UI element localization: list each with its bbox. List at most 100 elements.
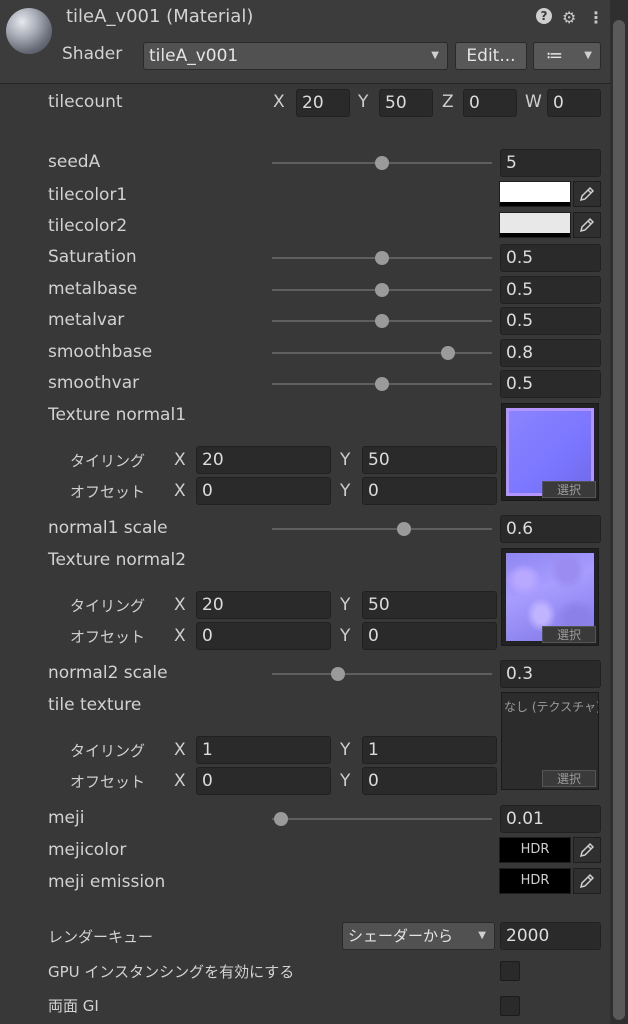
axis-y-label: Y [340,450,351,470]
metalvar-value-field[interactable]: 0.5 [500,307,601,335]
shader-dropdown-value: tileA_v001 [149,46,239,66]
tile-tiling-x-field[interactable]: 1 [196,736,331,764]
gpu-instancing-checkbox[interactable] [500,961,520,981]
tilecount-x-field[interactable]: 20 [296,89,350,117]
material-preview-thumbnail[interactable] [6,8,52,54]
smoothbase-slider-handle[interactable] [441,346,455,360]
normal1-select-button[interactable]: 選択 [542,481,596,498]
tile-select-button[interactable]: 選択 [542,770,596,787]
normal1scale-slider-handle[interactable] [397,522,411,536]
chevron-down-icon: ▼ [478,930,486,941]
axis-y-label: Y [340,481,351,501]
axis-z-label: Z [442,92,454,112]
texture-normal1-label: Texture normal1 [48,405,187,425]
seedA-slider-handle[interactable] [375,156,389,170]
list-icon: ≔ [546,46,563,66]
tile-tiling-label: タイリング [70,742,146,760]
normal2-select-button[interactable]: 選択 [542,626,596,643]
normal2scale-value-field[interactable]: 0.3 [500,660,601,688]
axis-x-label: X [174,481,186,501]
alpha-bar [500,202,570,206]
tilecount-z-field[interactable]: 0 [463,89,517,117]
saturation-label: Saturation [48,247,137,267]
normal2-offset-y-field[interactable]: 0 [362,622,497,650]
alpha-bar [500,233,570,237]
mejicolor-label: mejicolor [48,840,127,860]
normal1-tiling-y-field[interactable]: 50 [362,446,497,474]
smoothvar-slider-handle[interactable] [375,377,389,391]
normal1scale-slider-track[interactable] [272,528,492,530]
tile-offset-x-field[interactable]: 0 [196,767,331,795]
normal2-tiling-x-field[interactable]: 20 [196,591,331,619]
normal1-offset-x-field[interactable]: 0 [196,477,331,505]
edit-shader-button[interactable]: Edit... [455,42,527,70]
metalbase-label: metalbase [48,279,138,299]
seedA-label: seedA [48,152,101,172]
metalvar-label: metalvar [48,310,125,330]
double-sided-gi-checkbox[interactable] [500,996,520,1016]
options-dropdown[interactable]: ≔ ▼ [533,42,601,70]
normal2-tiling-label: タイリング [70,597,146,615]
tile-offset-y-field[interactable]: 0 [362,767,497,795]
axis-x-label: X [174,595,186,615]
normal1-tiling-x-field[interactable]: 20 [196,446,331,474]
material-title: tileA_v001 (Material) [66,6,254,27]
meji-value-field[interactable]: 0.01 [500,805,601,833]
chevron-down-icon: ▼ [431,50,439,61]
normal2-offset-label: オフセット [70,628,146,646]
tilecolor2-eyedropper-icon[interactable] [573,212,601,238]
saturation-slider-handle[interactable] [375,251,389,265]
meji-label: meji [48,808,85,828]
normal1-texture-slot[interactable]: 選択 [501,403,599,501]
double-sided-gi-label: 両面 GI [48,997,99,1015]
smoothbase-label: smoothbase [48,342,153,362]
more-menu-icon[interactable]: ⋮ [588,8,604,27]
axis-y-label: Y [340,595,351,615]
axis-x-label: X [174,626,186,646]
normal2scale-label: normal2 scale [48,663,168,683]
help-icon[interactable]: ? [536,8,552,24]
smoothbase-slider-track[interactable] [272,352,492,354]
meji-emission-swatch[interactable]: HDR [499,868,571,894]
tile-tiling-y-field[interactable]: 1 [362,736,497,764]
scrollbar-thumb[interactable] [613,20,625,1020]
render-queue-value-field[interactable]: 2000 [500,922,601,950]
seedA-value-field[interactable]: 5 [500,149,601,177]
axis-w-label: W [525,92,542,112]
gpu-instancing-label: GPU インスタンシングを有効にする [48,963,295,981]
normal2scale-slider-track[interactable] [272,673,492,675]
axis-y-label: Y [340,740,351,760]
mejicolor-eyedropper-icon[interactable] [573,837,601,863]
normal1scale-label: normal1 scale [48,518,168,538]
smoothbase-value-field[interactable]: 0.8 [500,339,601,367]
tilecount-label: tilecount [48,92,123,112]
tile-texture-slot[interactable]: なし (テクスチャ) 選択 [501,692,599,790]
tilecount-y-field[interactable]: 50 [379,89,433,117]
meji-slider-track[interactable] [272,818,492,820]
smoothvar-value-field[interactable]: 0.5 [500,370,601,398]
normal1-offset-y-field[interactable]: 0 [362,477,497,505]
metalbase-slider-handle[interactable] [375,283,389,297]
render-queue-dropdown[interactable]: シェーダーから ▼ [342,922,495,950]
meji-slider-handle[interactable] [273,812,288,826]
saturation-value-field[interactable]: 0.5 [500,244,601,272]
metalbase-value-field[interactable]: 0.5 [500,276,601,304]
smoothvar-label: smoothvar [48,373,140,393]
tilecount-w-field[interactable]: 0 [547,89,601,117]
texture-normal2-label: Texture normal2 [48,550,187,570]
meji-emission-eyedropper-icon[interactable] [573,868,601,894]
settings-icon[interactable]: ⚙ [562,8,576,27]
normal2scale-slider-handle[interactable] [331,667,345,681]
mejicolor-swatch[interactable]: HDR [499,837,571,863]
normal2-texture-slot[interactable]: 選択 [501,548,599,646]
metalvar-slider-handle[interactable] [375,314,389,328]
normal1scale-value-field[interactable]: 0.6 [500,515,601,543]
normal2-tiling-y-field[interactable]: 50 [362,591,497,619]
tilecolor2-swatch[interactable] [499,212,571,238]
shader-dropdown[interactable]: tileA_v001 ▼ [143,42,448,70]
tilecolor2-label: tilecolor2 [48,216,128,236]
normal2-offset-x-field[interactable]: 0 [196,622,331,650]
tilecolor1-swatch[interactable] [499,181,571,207]
tilecolor1-eyedropper-icon[interactable] [573,181,601,207]
axis-y-label: Y [358,92,369,112]
